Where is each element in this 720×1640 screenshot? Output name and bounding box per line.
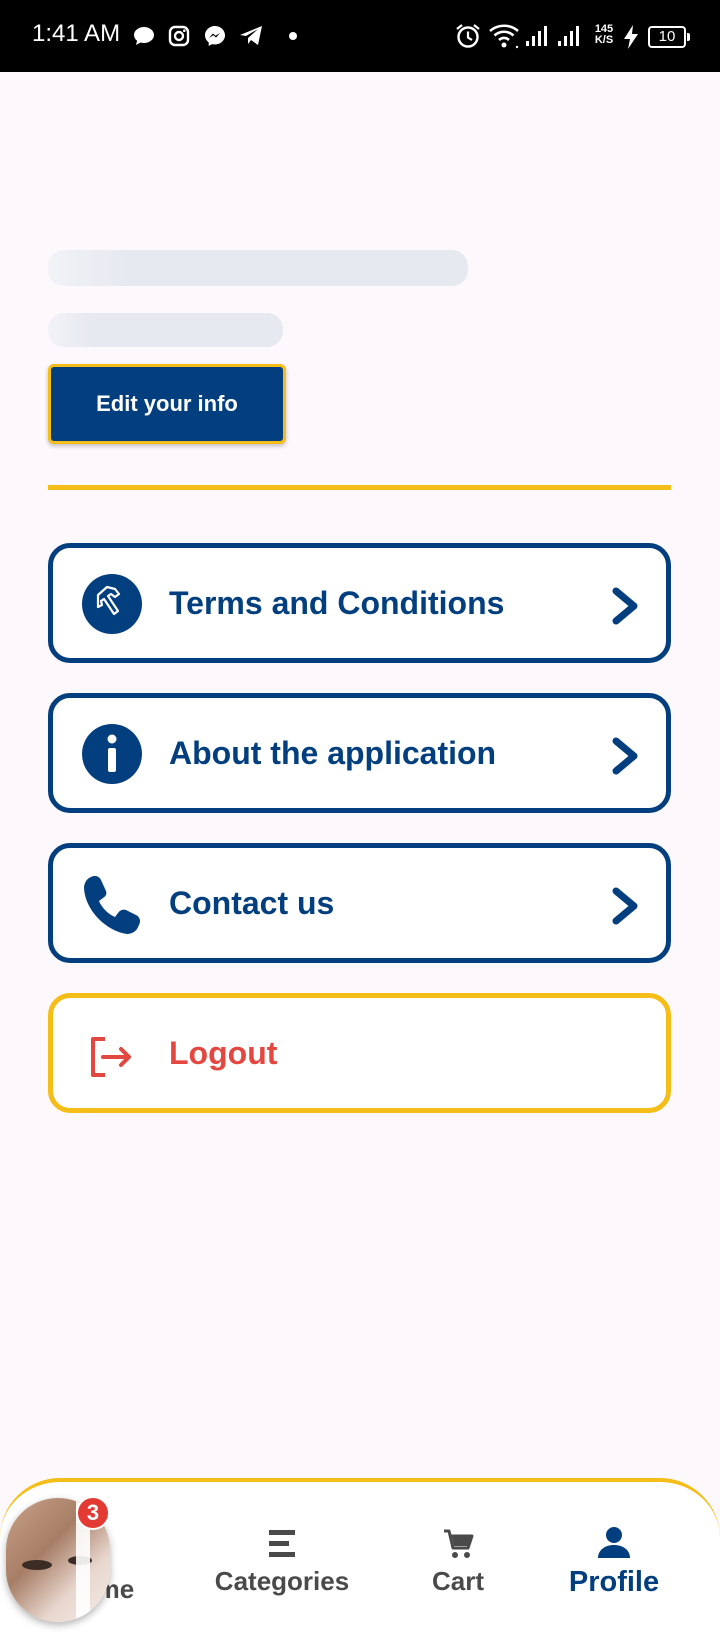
messenger-icon — [205, 26, 225, 46]
telegram-icon — [240, 26, 262, 45]
info-icon — [82, 724, 142, 784]
categories-icon — [269, 1530, 295, 1557]
logout-item[interactable]: Logout — [48, 993, 671, 1113]
divider — [48, 485, 671, 490]
chevron-right-icon — [612, 737, 638, 775]
chevron-right-icon — [612, 887, 638, 925]
network-speed-unit: K/S — [594, 34, 614, 46]
dot-icon — [289, 32, 297, 40]
chat-notification-badge: 3 — [76, 1496, 110, 1530]
network-speed: 145 K/S — [590, 24, 618, 46]
alarm-icon — [456, 24, 480, 48]
chevron-right-icon — [612, 587, 638, 625]
nav-cart-label: Cart — [431, 1566, 484, 1596]
nav-cart[interactable]: Cart — [420, 1528, 496, 1597]
battery-indicator: 10 — [648, 26, 690, 48]
signal-icon — [526, 26, 547, 46]
name-placeholder — [48, 250, 468, 286]
chat-bubble-icon — [134, 27, 154, 45]
terms-and-conditions-label: Terms and Conditions — [169, 584, 505, 621]
charging-icon — [624, 25, 638, 49]
logout-label: Logout — [169, 1034, 278, 1071]
logout-icon — [91, 1037, 131, 1077]
nav-categories[interactable]: Categories — [212, 1528, 352, 1597]
cart-icon — [444, 1529, 474, 1558]
phone-icon — [84, 876, 140, 934]
nav-profile-label: Profile — [568, 1566, 660, 1598]
hammer-icon — [82, 574, 142, 634]
about-application-label: About the application — [169, 734, 497, 771]
nav-categories-label: Categories — [214, 1566, 350, 1596]
person-icon — [598, 1527, 630, 1558]
instagram-icon — [168, 25, 190, 47]
contact-us-label: Contact us — [169, 884, 335, 921]
wifi-icon — [489, 24, 519, 49]
subtitle-placeholder — [48, 313, 283, 347]
nav-profile[interactable]: Profile — [560, 1524, 668, 1599]
signal-icon — [558, 26, 579, 46]
avatar-detail — [22, 1560, 52, 1570]
contact-us-item[interactable]: Contact us — [48, 843, 671, 963]
status-bar: 1:41 AM 145 K/S 10 — [0, 0, 720, 72]
edit-info-button[interactable]: Edit your info — [48, 364, 286, 444]
terms-and-conditions-item[interactable]: Terms and Conditions — [48, 543, 671, 663]
status-time: 1:41 AM — [32, 20, 121, 47]
about-application-item[interactable]: About the application — [48, 693, 671, 813]
